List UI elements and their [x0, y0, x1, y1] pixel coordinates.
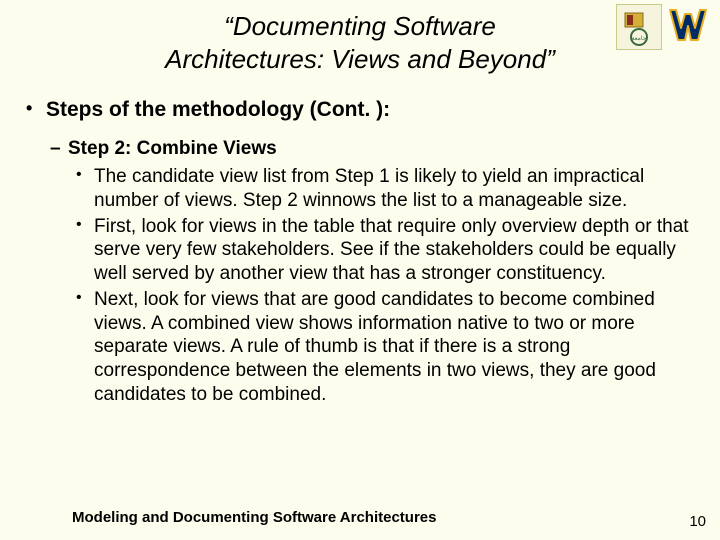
- footer-text: Modeling and Documenting Software Archit…: [72, 509, 436, 526]
- svg-text:جامعة: جامعة: [632, 35, 647, 42]
- wv-logo: [668, 4, 712, 48]
- bullet-item: First, look for views in the table that …: [94, 215, 694, 286]
- university-logo: جامعة: [616, 4, 662, 50]
- page-number: 10: [689, 513, 706, 530]
- content-area: Steps of the methodology (Cont. ): Step …: [0, 97, 720, 407]
- slide-title: “Documenting Software Architectures: Vie…: [60, 0, 660, 75]
- bullet-item: Next, look for views that are good candi…: [94, 288, 694, 407]
- title-line-2: Architectures: Views and Beyond”: [165, 44, 555, 74]
- heading-text: Steps of the methodology (Cont. ):: [46, 98, 390, 121]
- logo-group: جامعة: [616, 4, 712, 50]
- step-heading: Step 2: Combine Views The candidate view…: [68, 137, 694, 406]
- title-line-1: “Documenting Software: [224, 11, 496, 41]
- step-label: Step 2: Combine Views: [68, 138, 277, 159]
- main-heading: Steps of the methodology (Cont. ): Step …: [46, 97, 694, 407]
- bullet-item: The candidate view list from Step 1 is l…: [94, 165, 694, 213]
